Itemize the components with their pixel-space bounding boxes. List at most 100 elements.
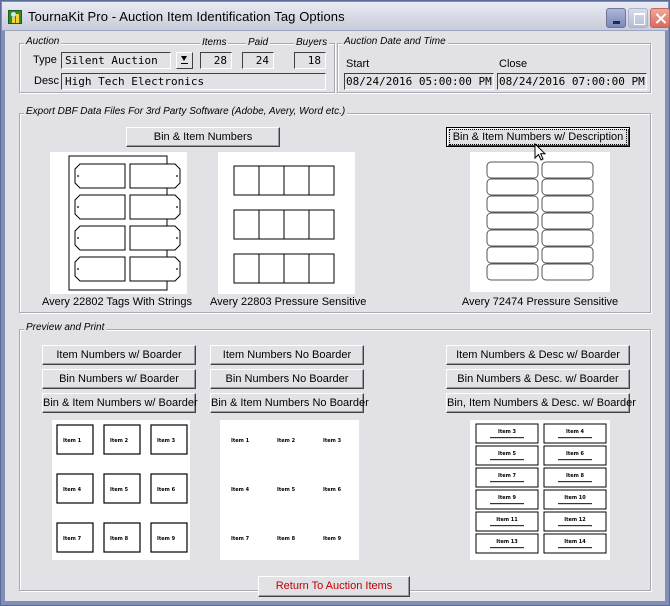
return-to-auction-items-button[interactable]: Return To Auction Items (258, 576, 410, 597)
close-label: Close (499, 58, 528, 70)
desc-tag-label: Item 10 (564, 495, 586, 501)
preview-with-desc-diagram: Item 3 Item 4 Item 5 Item 6 Item 7 Item 8 Item… (475, 423, 607, 554)
bin-item-numbers-no-boarder-button[interactable]: Bin & Item Numbers No Boarder (210, 393, 369, 413)
close-button[interactable] (650, 8, 670, 28)
export-group-title: Export DBF Data Files For 3rd Party Soft… (24, 106, 348, 117)
desc-text-line (558, 547, 592, 549)
label-cell (233, 209, 260, 240)
title-bar[interactable]: TournaKit Pro - Auction Item Identificat… (2, 2, 670, 31)
buyers-label: Buyers (294, 37, 330, 48)
bin-numbers-desc-boarder-button[interactable]: Bin Numbers & Desc. w/ Boarder (446, 369, 630, 389)
label-cell (541, 246, 594, 264)
close-datetime-field[interactable]: 08/24/2016 07:00:00 PM (497, 73, 647, 90)
export-bin-item-button[interactable]: Bin & Item Numbers (126, 127, 280, 147)
tag-label: Item 9 (323, 536, 342, 542)
button-label: Item Numbers No Boarder (222, 349, 352, 361)
desc-text-line (558, 481, 592, 483)
auction-group: Auction Type Silent Auction Items 28 Pai… (19, 36, 335, 93)
desc-text-line (490, 503, 524, 505)
tag-label: Item 4 (231, 487, 250, 493)
label-cell (541, 229, 594, 247)
tag-hole (176, 175, 178, 177)
tag-shape (74, 256, 126, 282)
preview-print-group-title: Preview and Print (24, 322, 107, 333)
desc-text-line (490, 459, 524, 461)
items-count: 28 (200, 52, 232, 69)
label-cell (308, 253, 335, 284)
template-preview-72474[interactable] (470, 152, 610, 292)
app-icon (8, 10, 22, 24)
pressure-sensitive-grid-diagram (233, 165, 335, 284)
desc-text-line (490, 481, 524, 483)
label-cell (486, 178, 539, 196)
label-cell (486, 263, 539, 281)
tag-label: Item 5 (110, 487, 129, 493)
button-label: Bin & Item Numbers (153, 131, 253, 143)
type-label: Type (33, 54, 57, 66)
desc-tag-label: Item 13 (496, 539, 518, 545)
button-label: Bin Numbers & Desc. w/ Boarder (457, 373, 619, 385)
buyers-count: 18 (294, 52, 326, 69)
pressure-sensitive-labels-diagram (486, 161, 594, 281)
item-numbers-desc-boarder-button[interactable]: Item Numbers & Desc w/ Boarder (446, 345, 630, 365)
desc-tag-label: Item 3 (498, 429, 517, 435)
label-cell (233, 253, 260, 284)
tag-label: Item 9 (157, 536, 176, 542)
tag-label: Item 1 (63, 438, 82, 444)
label-cell (541, 178, 594, 196)
label-cell (258, 165, 285, 196)
tag-label: Item 2 (110, 438, 129, 444)
label-cell (283, 209, 310, 240)
template-preview-22802[interactable] (50, 152, 187, 294)
tags-with-strings-diagram (68, 155, 181, 291)
desc-text-line (558, 525, 592, 527)
desc-tag-label: Item 7 (498, 473, 517, 479)
preview-with-boarder-diagram: Item 1 Item 2 Item 3 Item 4 Item 5 Item 6 Item… (56, 424, 188, 553)
label-cell (541, 195, 594, 213)
minimize-button[interactable] (606, 8, 626, 28)
auction-group-title: Auction (24, 36, 62, 47)
tag-shape (129, 163, 181, 189)
tag-shape (74, 194, 126, 220)
desc-text-line (558, 459, 592, 461)
bin-item-numbers-boarder-button[interactable]: Bin & Item Numbers w/ Boarder (42, 393, 198, 413)
tag-hole (77, 268, 79, 270)
tag-shape (129, 225, 181, 251)
desc-tag-label: Item 4 (566, 429, 585, 435)
bin-numbers-boarder-button[interactable]: Bin Numbers w/ Boarder (42, 369, 196, 389)
tag-hole (176, 268, 178, 270)
label-cell (486, 195, 539, 213)
button-label: Bin & Item Numbers w/ Boarder (43, 397, 198, 409)
preview-with-desc: Item 3 Item 4 Item 5 Item 6 Item 7 Item 8 Item… (470, 420, 610, 560)
button-label: Bin & Item Numbers w/ Description (448, 129, 628, 145)
label-cell (486, 246, 539, 264)
button-label: Item Numbers & Desc w/ Boarder (456, 349, 620, 361)
tag-label: Item 7 (63, 536, 82, 542)
type-dropdown-button[interactable] (176, 52, 193, 69)
maximize-button[interactable] (628, 8, 648, 28)
label-cell (233, 165, 260, 196)
label-cell (486, 212, 539, 230)
desc-tag-label: Item 9 (498, 495, 517, 501)
desc-field[interactable]: High Tech Electronics (61, 73, 326, 90)
template-caption-22802: Avery 22802 Tags With Strings (42, 296, 193, 308)
label-cell (541, 263, 594, 281)
desc-tag-label: Item 11 (496, 517, 518, 523)
item-numbers-boarder-button[interactable]: Item Numbers w/ Boarder (42, 345, 196, 365)
tag-label: Item 6 (323, 487, 342, 493)
tag-label: Item 6 (157, 487, 176, 493)
desc-tag-label: Item 6 (566, 451, 585, 457)
template-preview-22803[interactable] (218, 152, 355, 294)
button-label: Item Numbers w/ Boarder (56, 349, 182, 361)
desc-tag-label: Item 5 (498, 451, 517, 457)
bin-item-numbers-desc-boarder-button[interactable]: Bin, Item Numbers & Desc. w/ Boarder (446, 393, 636, 413)
export-group: Export DBF Data Files For 3rd Party Soft… (19, 106, 651, 313)
app-window: TournaKit Pro - Auction Item Identificat… (0, 0, 670, 606)
paid-count: 24 (242, 52, 274, 69)
item-numbers-no-boarder-button[interactable]: Item Numbers No Boarder (210, 345, 364, 365)
type-field[interactable]: Silent Auction (61, 52, 171, 69)
desc-text-line (558, 503, 592, 505)
start-datetime-field[interactable]: 08/24/2016 05:00:00 PM (344, 73, 494, 90)
desc-text-line (558, 437, 592, 439)
bin-numbers-no-boarder-button[interactable]: Bin Numbers No Boarder (210, 369, 364, 389)
